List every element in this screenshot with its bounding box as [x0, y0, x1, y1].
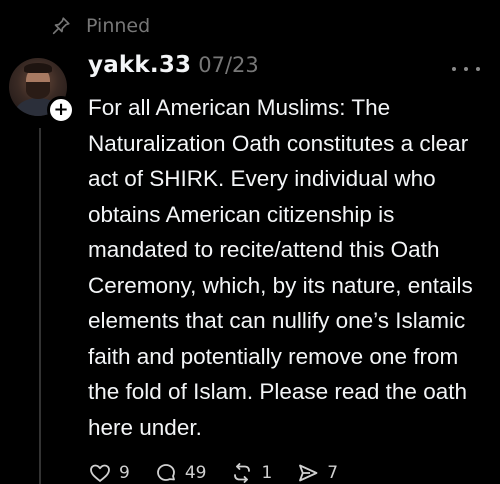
like-count: 9 [119, 463, 130, 483]
post-header: yakk.33 07/23 [88, 52, 259, 86]
reply-count: 49 [184, 463, 207, 483]
share-button[interactable]: 7 [296, 461, 338, 484]
heart-icon [88, 461, 112, 484]
pinned-indicator: Pinned [50, 12, 150, 40]
post-date: 07/23 [198, 53, 259, 77]
repost-icon [230, 461, 254, 484]
repost-count: 1 [261, 463, 273, 483]
username[interactable]: yakk.33 [88, 52, 191, 78]
thread-line [39, 128, 41, 484]
comment-icon [154, 461, 178, 484]
repost-button[interactable]: 1 [230, 461, 272, 484]
like-button[interactable]: 9 [88, 461, 130, 484]
avatar[interactable]: + [9, 58, 75, 124]
post-actions: 9 49 1 7 [88, 458, 362, 484]
follow-plus-icon[interactable]: + [47, 96, 75, 124]
post-text: For all American Muslims: The Naturaliza… [88, 95, 473, 440]
reply-button[interactable]: 49 [154, 461, 207, 484]
pin-icon [50, 15, 72, 37]
pinned-label: Pinned [86, 15, 151, 37]
more-options-icon[interactable] [452, 62, 480, 76]
send-icon [296, 461, 320, 484]
share-count: 7 [327, 463, 339, 483]
